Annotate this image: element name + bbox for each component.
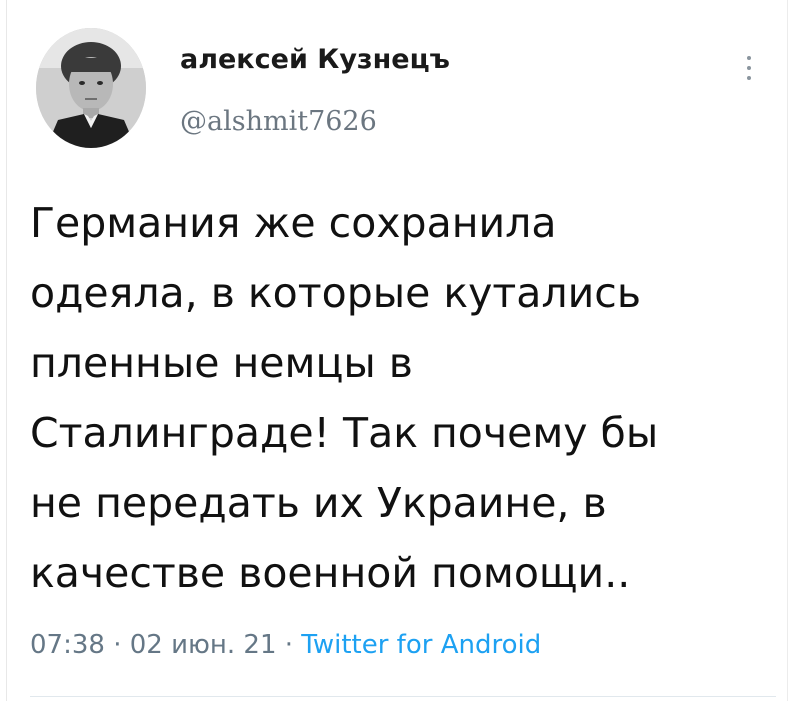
tweet-line: одеяла, в которые кутались (30, 269, 641, 317)
card-left-border (6, 0, 7, 701)
tweet-text: Германия же сохранила одеяла, в которые … (30, 188, 770, 608)
tweet-line: Германия же сохранила (30, 199, 557, 247)
tweet-source-link[interactable]: Twitter for Android (301, 630, 541, 660)
tweet-line: Сталинграде! Так почему бы (30, 409, 659, 457)
avatar[interactable] (36, 28, 146, 148)
tweet-card: алексей Кузнецъ @alshmit7626 Германия же… (0, 0, 800, 701)
tweet-meta: 07:38 · 02 июн. 21 · Twitter for Android (30, 630, 541, 660)
tweet-time[interactable]: 07:38 (30, 630, 105, 660)
more-vertical-icon[interactable] (734, 48, 764, 88)
tweet-line: не передать их Украине, в (30, 479, 607, 527)
tweet-line: качестве военной помощи.. (30, 549, 631, 597)
avatar-photo (36, 28, 146, 148)
author-handle[interactable]: @alshmit7626 (180, 106, 377, 137)
card-right-border (787, 0, 788, 701)
more-dot (747, 76, 751, 80)
author-display-name[interactable]: алексей Кузнецъ (180, 44, 450, 75)
more-dot (747, 66, 751, 70)
tweet-line: пленные немцы в (30, 339, 413, 387)
meta-separator: · (284, 630, 294, 660)
more-dot (747, 56, 751, 60)
tweet-date[interactable]: 02 июн. 21 (130, 630, 277, 660)
divider (30, 696, 776, 697)
meta-separator: · (113, 630, 122, 660)
